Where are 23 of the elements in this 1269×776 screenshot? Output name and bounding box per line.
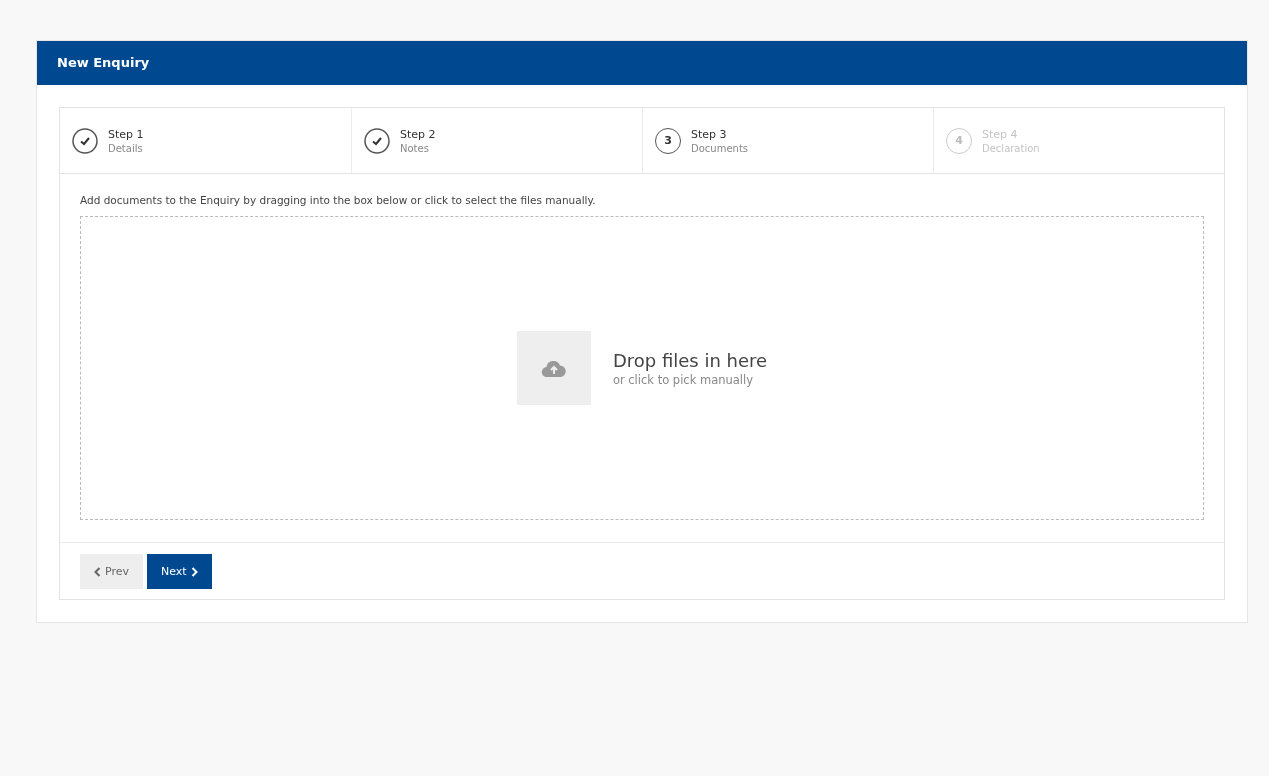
step-subtitle: Declaration [982,142,1040,154]
step-subtitle: Notes [400,142,430,154]
file-drop-zone[interactable]: Drop files in here or click to pick manually [80,216,1204,520]
chevron-left-icon [94,566,101,577]
instruction-text: Add documents to the Enquiry by dragging into the box below or click to select the files manually. [80,194,597,206]
step-title: Step 3 [691,127,728,141]
step-title: Step 1 [108,127,144,141]
wizard-step[interactable]: Step 2 Notes [351,108,642,173]
check-circle-icon [72,127,98,154]
step-title: Step 2 [400,127,436,141]
wizard-step[interactable]: Step 1 Details [60,108,351,173]
wizard-step[interactable]: 3 Step 3 Documents [642,108,933,173]
check-circle-icon [364,127,390,154]
panel-title: New Enquiry [37,41,1247,85]
prev-button[interactable]: Prev [80,554,143,589]
step-title: Step 4 [982,127,1019,141]
next-button[interactable]: Next [147,554,212,589]
drop-subtitle: or click to pick manually [612,372,755,387]
drop-title: Drop files in here [612,349,768,371]
cloud-upload-icon [540,358,567,378]
chevron-right-icon [190,566,198,577]
step-subtitle: Details [108,142,144,154]
step-subtitle: Documents [691,142,749,154]
